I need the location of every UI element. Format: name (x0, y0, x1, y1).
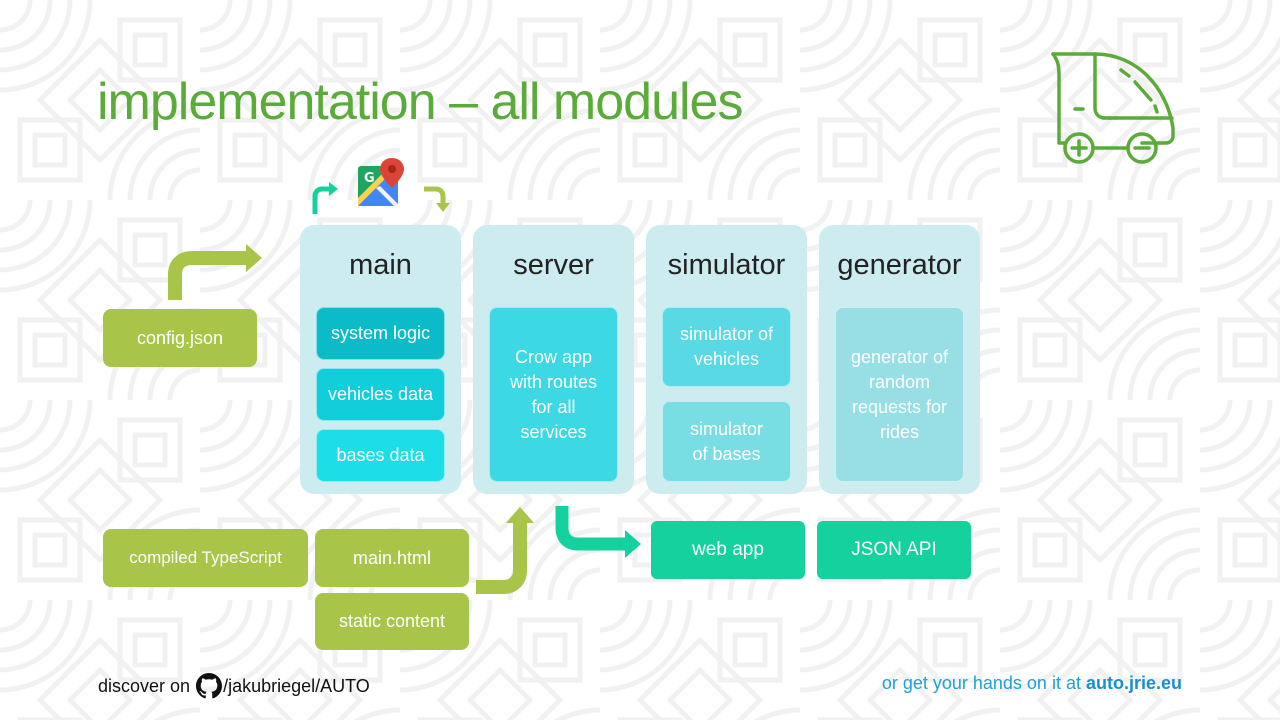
arrow-to-maps-icon (312, 182, 338, 214)
site-link[interactable]: auto.jrie.eu (1086, 673, 1182, 693)
svg-text:G: G (364, 171, 375, 186)
google-maps-icon: G (358, 158, 404, 206)
module-title-server: server (513, 249, 594, 281)
module-simulator: simulator simulator of vehicles simulato… (646, 225, 807, 494)
frontend-arrow-icon (476, 507, 534, 594)
arrow-from-maps-icon (424, 186, 450, 212)
module-title-main: main (349, 249, 412, 281)
module-generator: generator generator of random requests f… (819, 225, 980, 494)
component-crow-app: Crow app with routes for all services (489, 307, 618, 482)
autonomous-car-icon (1051, 52, 1175, 164)
module-server: server Crow app with routes for all serv… (473, 225, 634, 494)
module-main: main system logic vehicles data bases da… (300, 225, 461, 494)
footer-site: or get your hands on it at auto.jrie.eu (882, 673, 1182, 694)
web-app-box: web app (651, 521, 805, 579)
slide-title: implementation – all modules (97, 73, 743, 131)
component-generator-requests: generator of random requests for rides (835, 307, 964, 482)
footer-github: discover on /jakubriegel/AUTO (98, 673, 370, 699)
github-icon (196, 673, 223, 699)
component-simulator-bases: simulator of bases (662, 401, 791, 482)
module-title-simulator: simulator (667, 249, 786, 281)
server-output-arrow-icon (555, 506, 641, 558)
compiled-typescript-box: compiled TypeScript (103, 529, 308, 587)
config-json-box: config.json (103, 309, 257, 367)
github-repo-link[interactable]: /jakubriegel/AUTO (223, 676, 370, 697)
hands-on-label: or get your hands on it at (881, 673, 1081, 693)
component-system-logic: system logic (316, 307, 445, 360)
static-content-box: static content (315, 593, 469, 650)
component-vehicles-data: vehicles data (316, 368, 445, 421)
component-bases-data: bases data (316, 429, 445, 482)
component-simulator-vehicles: simulator of vehicles (662, 307, 791, 387)
module-title-generator: generator (837, 249, 962, 281)
main-html-box: main.html (315, 529, 469, 587)
config-arrow-icon (168, 244, 262, 300)
discover-label: discover on (98, 675, 191, 696)
json-api-box: JSON API (817, 521, 971, 579)
